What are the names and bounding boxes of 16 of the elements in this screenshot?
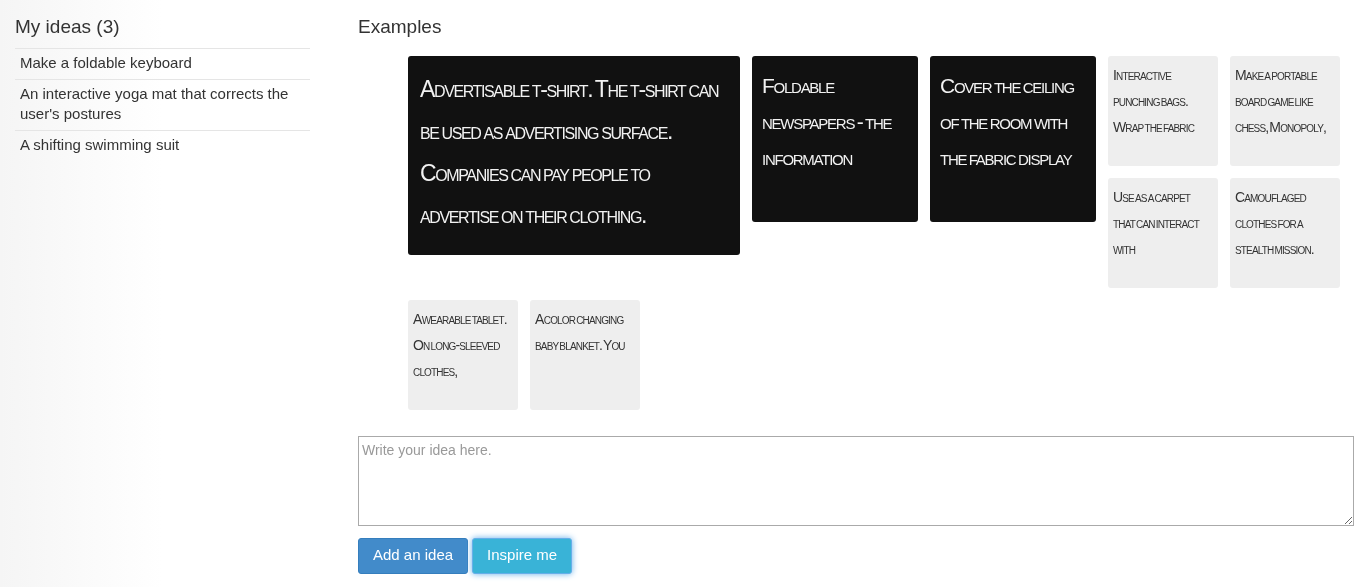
- sidebar-title: My ideas (3): [15, 15, 121, 39]
- idea-item[interactable]: An interactive yoga mat that corrects the user's postures: [15, 78, 310, 130]
- example-card[interactable]: Interactive punching bags. Wrap the fabric: [1108, 55, 1218, 166]
- action-button[interactable]: Add an idea: [358, 537, 469, 574]
- example-card[interactable]: Foldable newspapers - the information: [752, 55, 918, 222]
- example-card[interactable]: Use as a carpet that can interact with: [1108, 177, 1218, 288]
- idea-field[interactable]: Write your idea here.: [358, 435, 1354, 526]
- example-card[interactable]: A color changing baby blanket. You: [530, 299, 640, 410]
- example-card[interactable]: A wearable tablet. On long-sleeved clothes,: [408, 299, 518, 410]
- idea-item[interactable]: A shifting swimming suit: [15, 129, 310, 161]
- example-card[interactable]: Camouflaged clothes for a stealth mission.: [1230, 177, 1340, 288]
- section-title: Examples: [358, 15, 443, 39]
- idea-item[interactable]: Make a foldable keyboard: [15, 47, 310, 79]
- example-card[interactable]: Make a portable board game like chess, Monopoly,: [1230, 55, 1340, 166]
- example-card[interactable]: Cover the ceiling of the room with the fabric display: [930, 55, 1096, 222]
- example-card[interactable]: Advertisable t-shirt. The t-shirt can be used as advertising surface. Companies can pay people to advertise on their clothing.: [408, 55, 740, 255]
